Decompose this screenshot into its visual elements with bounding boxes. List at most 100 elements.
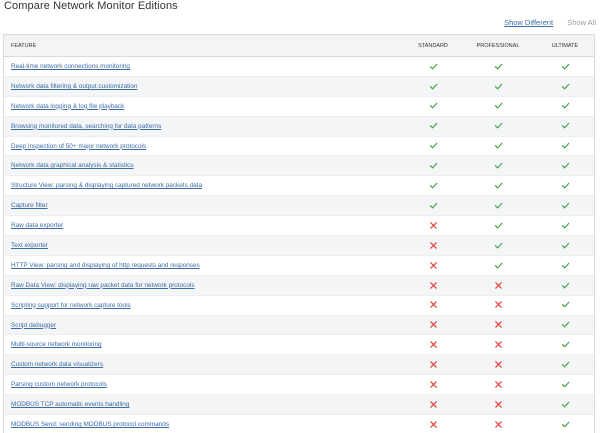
feature-cell: Raw Data View: displaying raw packet dat… xyxy=(4,275,404,296)
check-icon xyxy=(561,202,569,209)
table-row: Deep inspection of 50+ major network pro… xyxy=(4,136,594,157)
feature-link[interactable]: MODBUS Send: sending MODBUS protocol com… xyxy=(11,421,169,428)
ultimate-cell xyxy=(534,136,594,157)
standard-cell xyxy=(404,315,462,336)
professional-cell xyxy=(462,275,534,296)
ultimate-cell xyxy=(534,255,594,276)
ultimate-cell xyxy=(534,235,594,256)
standard-cell xyxy=(404,56,462,77)
professional-cell xyxy=(462,215,534,237)
cross-icon xyxy=(429,381,437,388)
check-icon xyxy=(561,282,569,288)
cross-icon xyxy=(429,261,437,269)
standard-cell xyxy=(404,255,462,276)
ultimate-cell xyxy=(534,414,594,433)
table-row: Capture filter xyxy=(4,195,594,217)
professional-cell xyxy=(462,76,534,97)
feature-cell: Multi-source network monitoring xyxy=(4,334,404,356)
check-icon xyxy=(429,162,437,169)
feature-cell: Structure View: parsing & displaying cap… xyxy=(4,175,404,197)
ultimate-cell xyxy=(534,96,594,117)
table-row: Browsing monitored data, searching for d… xyxy=(4,116,594,137)
professional-cell xyxy=(462,96,534,117)
cross-icon xyxy=(494,281,502,289)
cross-icon xyxy=(494,361,502,368)
check-icon xyxy=(561,262,569,269)
table-row: Custom network data visualizers xyxy=(4,354,594,376)
feature-link[interactable]: Scripting support for network capture to… xyxy=(11,302,131,309)
check-icon xyxy=(494,103,502,109)
check-icon xyxy=(561,123,569,129)
professional-cell xyxy=(462,354,534,376)
feature-link[interactable]: Network data logging & log file playback xyxy=(11,103,124,110)
check-icon xyxy=(494,202,502,209)
ultimate-cell xyxy=(534,275,594,296)
standard-cell xyxy=(404,295,462,316)
feature-cell: Script debugger xyxy=(4,315,404,336)
check-icon xyxy=(494,162,502,169)
table-row: Real-time network connections monitoring xyxy=(4,56,594,77)
table-row: Structure View: parsing & displaying cap… xyxy=(4,175,594,197)
professional-cell xyxy=(462,394,534,416)
standard-cell xyxy=(404,175,462,197)
cross-icon xyxy=(494,301,502,309)
feature-link[interactable]: Parsing custom network protocols xyxy=(11,381,107,388)
check-icon xyxy=(494,123,502,129)
ultimate-cell xyxy=(534,354,594,376)
feature-link[interactable]: MODBUS TCP automatic events handling xyxy=(11,401,129,408)
table-row: Raw data exporter xyxy=(4,215,594,237)
feature-link[interactable]: Deep inspection of 50+ major network pro… xyxy=(11,143,146,150)
header-feature: FEATURE xyxy=(4,35,404,57)
cross-icon xyxy=(494,420,502,428)
check-icon xyxy=(494,83,502,90)
feature-link[interactable]: Network data filtering & output customiz… xyxy=(11,83,137,90)
feature-cell: Network data graphical analysis & statis… xyxy=(4,155,404,177)
table-row: MODBUS TCP automatic events handling xyxy=(4,394,594,416)
ultimate-cell xyxy=(534,295,594,316)
check-icon xyxy=(429,202,437,209)
check-icon xyxy=(494,143,502,149)
professional-cell xyxy=(462,414,534,433)
check-icon xyxy=(429,123,437,129)
standard-cell xyxy=(404,414,462,433)
header-professional: PROFESSIONAL xyxy=(462,35,534,57)
show-different-link[interactable]: Show Different xyxy=(504,18,553,27)
feature-cell: Parsing custom network protocols xyxy=(4,374,404,396)
professional-cell xyxy=(462,374,534,396)
feature-link[interactable]: HTTP View: parsing and displaying of htt… xyxy=(11,262,200,269)
check-icon xyxy=(429,103,437,109)
feature-link[interactable]: Raw Data View: displaying raw packet dat… xyxy=(11,282,195,289)
standard-cell xyxy=(404,374,462,396)
feature-cell: MODBUS Send: sending MODBUS protocol com… xyxy=(4,414,404,433)
cross-icon xyxy=(429,301,437,309)
feature-link[interactable]: Custom network data visualizers xyxy=(11,361,103,368)
check-icon xyxy=(561,341,569,348)
feature-link[interactable]: Multi-source network monitoring xyxy=(11,341,102,348)
check-icon xyxy=(561,421,569,428)
feature-cell: Real-time network connections monitoring xyxy=(4,56,404,77)
feature-link[interactable]: Text exporter xyxy=(11,242,48,249)
feature-link[interactable]: Browsing monitored data, searching for d… xyxy=(11,123,161,130)
feature-link[interactable]: Raw data exporter xyxy=(11,222,63,229)
check-icon xyxy=(561,103,569,109)
standard-cell xyxy=(404,235,462,256)
filter-links: Show Different Show All xyxy=(504,18,596,27)
standard-cell xyxy=(404,136,462,157)
show-all-link[interactable]: Show All xyxy=(567,18,596,27)
check-icon xyxy=(561,322,569,328)
feature-link[interactable]: Script debugger xyxy=(11,322,56,329)
standard-cell xyxy=(404,275,462,296)
cross-icon xyxy=(494,381,502,388)
check-icon xyxy=(561,242,569,249)
feature-link[interactable]: Real-time network connections monitoring xyxy=(11,63,130,70)
professional-cell xyxy=(462,136,534,157)
feature-link[interactable]: Structure View: parsing & displaying cap… xyxy=(11,182,202,189)
cross-icon xyxy=(429,361,437,368)
feature-link[interactable]: Capture filter xyxy=(11,202,48,209)
feature-link[interactable]: Network data graphical analysis & statis… xyxy=(11,162,134,169)
standard-cell xyxy=(404,334,462,356)
check-icon xyxy=(561,83,569,90)
professional-cell xyxy=(462,195,534,217)
feature-cell: Scripting support for network capture to… xyxy=(4,295,404,316)
table-row: HTTP View: parsing and displaying of htt… xyxy=(4,255,594,276)
